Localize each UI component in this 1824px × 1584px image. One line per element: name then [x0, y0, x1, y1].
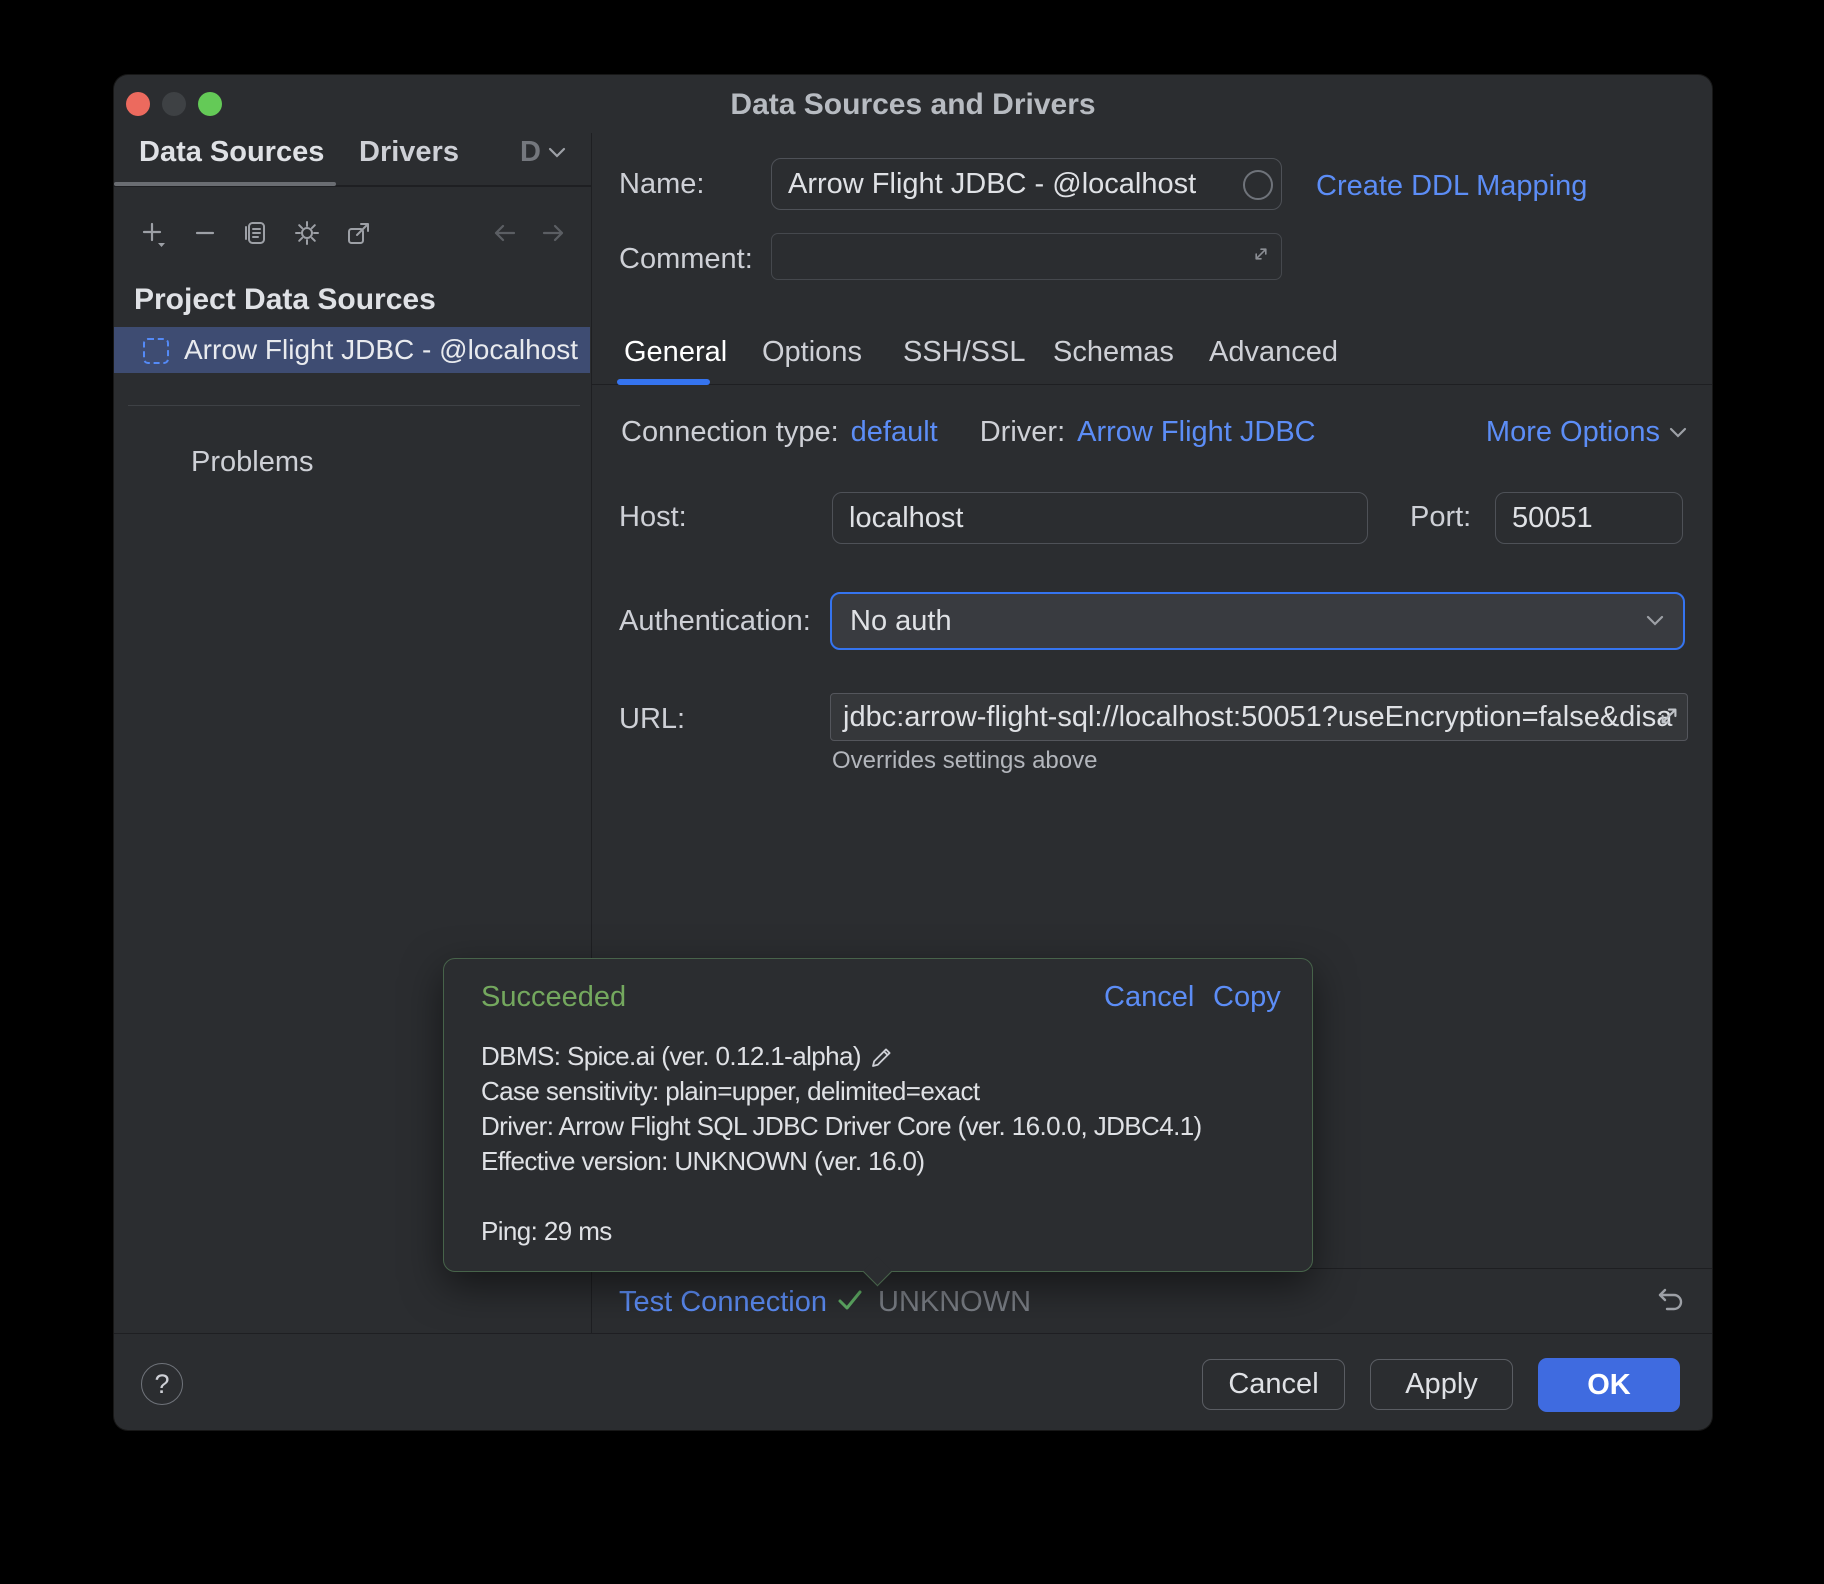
name-input[interactable]	[771, 158, 1282, 210]
tab-ssh-ssl[interactable]: SSH/SSL	[903, 336, 1026, 369]
data-source-item-label: Arrow Flight JDBC - @localhost	[184, 334, 578, 366]
open-in-new-window-icon[interactable]	[344, 218, 374, 248]
url-value: jdbc:arrow-flight-sql://localhost:50051?…	[843, 701, 1672, 733]
tab-overflow-chevron-icon[interactable]	[544, 143, 570, 163]
window-title: Data Sources and Drivers	[114, 88, 1712, 122]
comment-input[interactable]	[771, 233, 1282, 280]
driver-label: Driver:	[980, 416, 1065, 449]
more-options-chevron-icon	[1668, 425, 1688, 441]
url-label: URL:	[619, 703, 685, 736]
comment-expand-icon[interactable]	[1248, 241, 1274, 267]
test-connection-link[interactable]: Test Connection	[619, 1286, 827, 1319]
host-input[interactable]	[832, 492, 1368, 544]
popup-dbms-line: DBMS: Spice.ai (ver. 0.12.1-alpha)	[481, 1039, 1281, 1074]
apply-button[interactable]: Apply	[1370, 1359, 1513, 1410]
port-label: Port:	[1410, 501, 1471, 534]
tab-advanced[interactable]: Advanced	[1209, 336, 1338, 369]
undo-icon[interactable]	[1649, 1281, 1687, 1319]
ok-button[interactable]: OK	[1538, 1358, 1680, 1412]
popup-copy-link[interactable]: Copy	[1213, 981, 1281, 1014]
authentication-select[interactable]: No auth	[830, 592, 1685, 650]
data-sources-dialog: Data Sources and Drivers Data Sources Dr…	[114, 75, 1712, 1430]
add-data-source-button[interactable]	[138, 218, 168, 248]
test-connection-result-popup: Succeeded Cancel Copy DBMS: Spice.ai (ve…	[443, 958, 1313, 1272]
popup-blank-line	[481, 1179, 1281, 1214]
desktop: { "window": { "title": "Data Sources and…	[0, 0, 1824, 1584]
popup-callout-arrow	[863, 1257, 893, 1287]
more-options-label: More Options	[1486, 416, 1660, 449]
forward-arrow-icon[interactable]	[539, 219, 567, 247]
tab-options[interactable]: Options	[762, 336, 862, 369]
footer-divider	[114, 1333, 1712, 1334]
tab-data-sources[interactable]: Data Sources	[139, 136, 324, 169]
active-tab-indicator	[114, 182, 336, 186]
connection-type-row: Connection type: default Driver: Arrow F…	[621, 416, 1316, 449]
sidebar-splitter[interactable]	[128, 405, 580, 406]
tab-schemas[interactable]: Schemas	[1053, 336, 1174, 369]
tab-ddl-mappings-truncated[interactable]: D	[520, 136, 541, 169]
name-label: Name:	[619, 168, 704, 201]
duplicate-data-source-icon[interactable]	[240, 218, 270, 248]
active-settings-tab-indicator	[617, 379, 710, 385]
comment-label: Comment:	[619, 243, 753, 276]
popup-ping-line: Ping: 29 ms	[481, 1214, 1281, 1249]
back-arrow-icon[interactable]	[491, 219, 519, 247]
driver-value-link[interactable]: Arrow Flight JDBC	[1077, 416, 1316, 449]
port-input[interactable]	[1495, 492, 1683, 544]
popup-driver-line: Driver: Arrow Flight SQL JDBC Driver Cor…	[481, 1109, 1281, 1144]
connection-type-value-link[interactable]: default	[851, 416, 938, 449]
remove-data-source-button[interactable]	[190, 218, 220, 248]
host-label: Host:	[619, 501, 687, 534]
more-options-button[interactable]: More Options	[1486, 416, 1688, 449]
create-ddl-mapping-link[interactable]: Create DDL Mapping	[1316, 170, 1587, 203]
popup-effective-version-line: Effective version: UNKNOWN (ver. 16.0)	[481, 1144, 1281, 1179]
url-expand-icon[interactable]	[1652, 699, 1686, 733]
data-source-list-item-selected[interactable]: Arrow Flight JDBC - @localhost	[114, 327, 590, 373]
authentication-label: Authentication:	[619, 605, 811, 638]
help-button[interactable]: ?	[141, 1363, 183, 1405]
unknown-dbms-icon	[143, 338, 169, 364]
url-input[interactable]: jdbc:arrow-flight-sql://localhost:50051?…	[830, 693, 1688, 741]
name-progress-circle-icon	[1243, 170, 1273, 200]
problems-section-label[interactable]: Problems	[191, 446, 314, 479]
connection-type-label: Connection type:	[621, 416, 839, 449]
edit-dbms-pencil-icon[interactable]	[869, 1044, 895, 1070]
test-status-text: UNKNOWN	[878, 1286, 1031, 1319]
authentication-chevron-icon	[1645, 613, 1665, 629]
popup-cancel-link[interactable]: Cancel	[1104, 981, 1194, 1014]
popup-status-text: Succeeded	[481, 981, 626, 1014]
settings-tabbar-divider	[591, 384, 1712, 385]
project-data-sources-header: Project Data Sources	[134, 283, 436, 317]
tab-general[interactable]: General	[624, 336, 727, 369]
success-check-icon	[836, 1287, 864, 1315]
url-hint-text: Overrides settings above	[832, 747, 1097, 775]
data-source-settings-gear-icon[interactable]	[292, 218, 322, 248]
popup-details: DBMS: Spice.ai (ver. 0.12.1-alpha) Case …	[481, 1039, 1281, 1249]
popup-case-sensitivity-line: Case sensitivity: plain=upper, delimited…	[481, 1074, 1281, 1109]
authentication-value: No auth	[850, 605, 952, 638]
cancel-button[interactable]: Cancel	[1202, 1359, 1345, 1410]
tab-drivers[interactable]: Drivers	[359, 136, 459, 169]
